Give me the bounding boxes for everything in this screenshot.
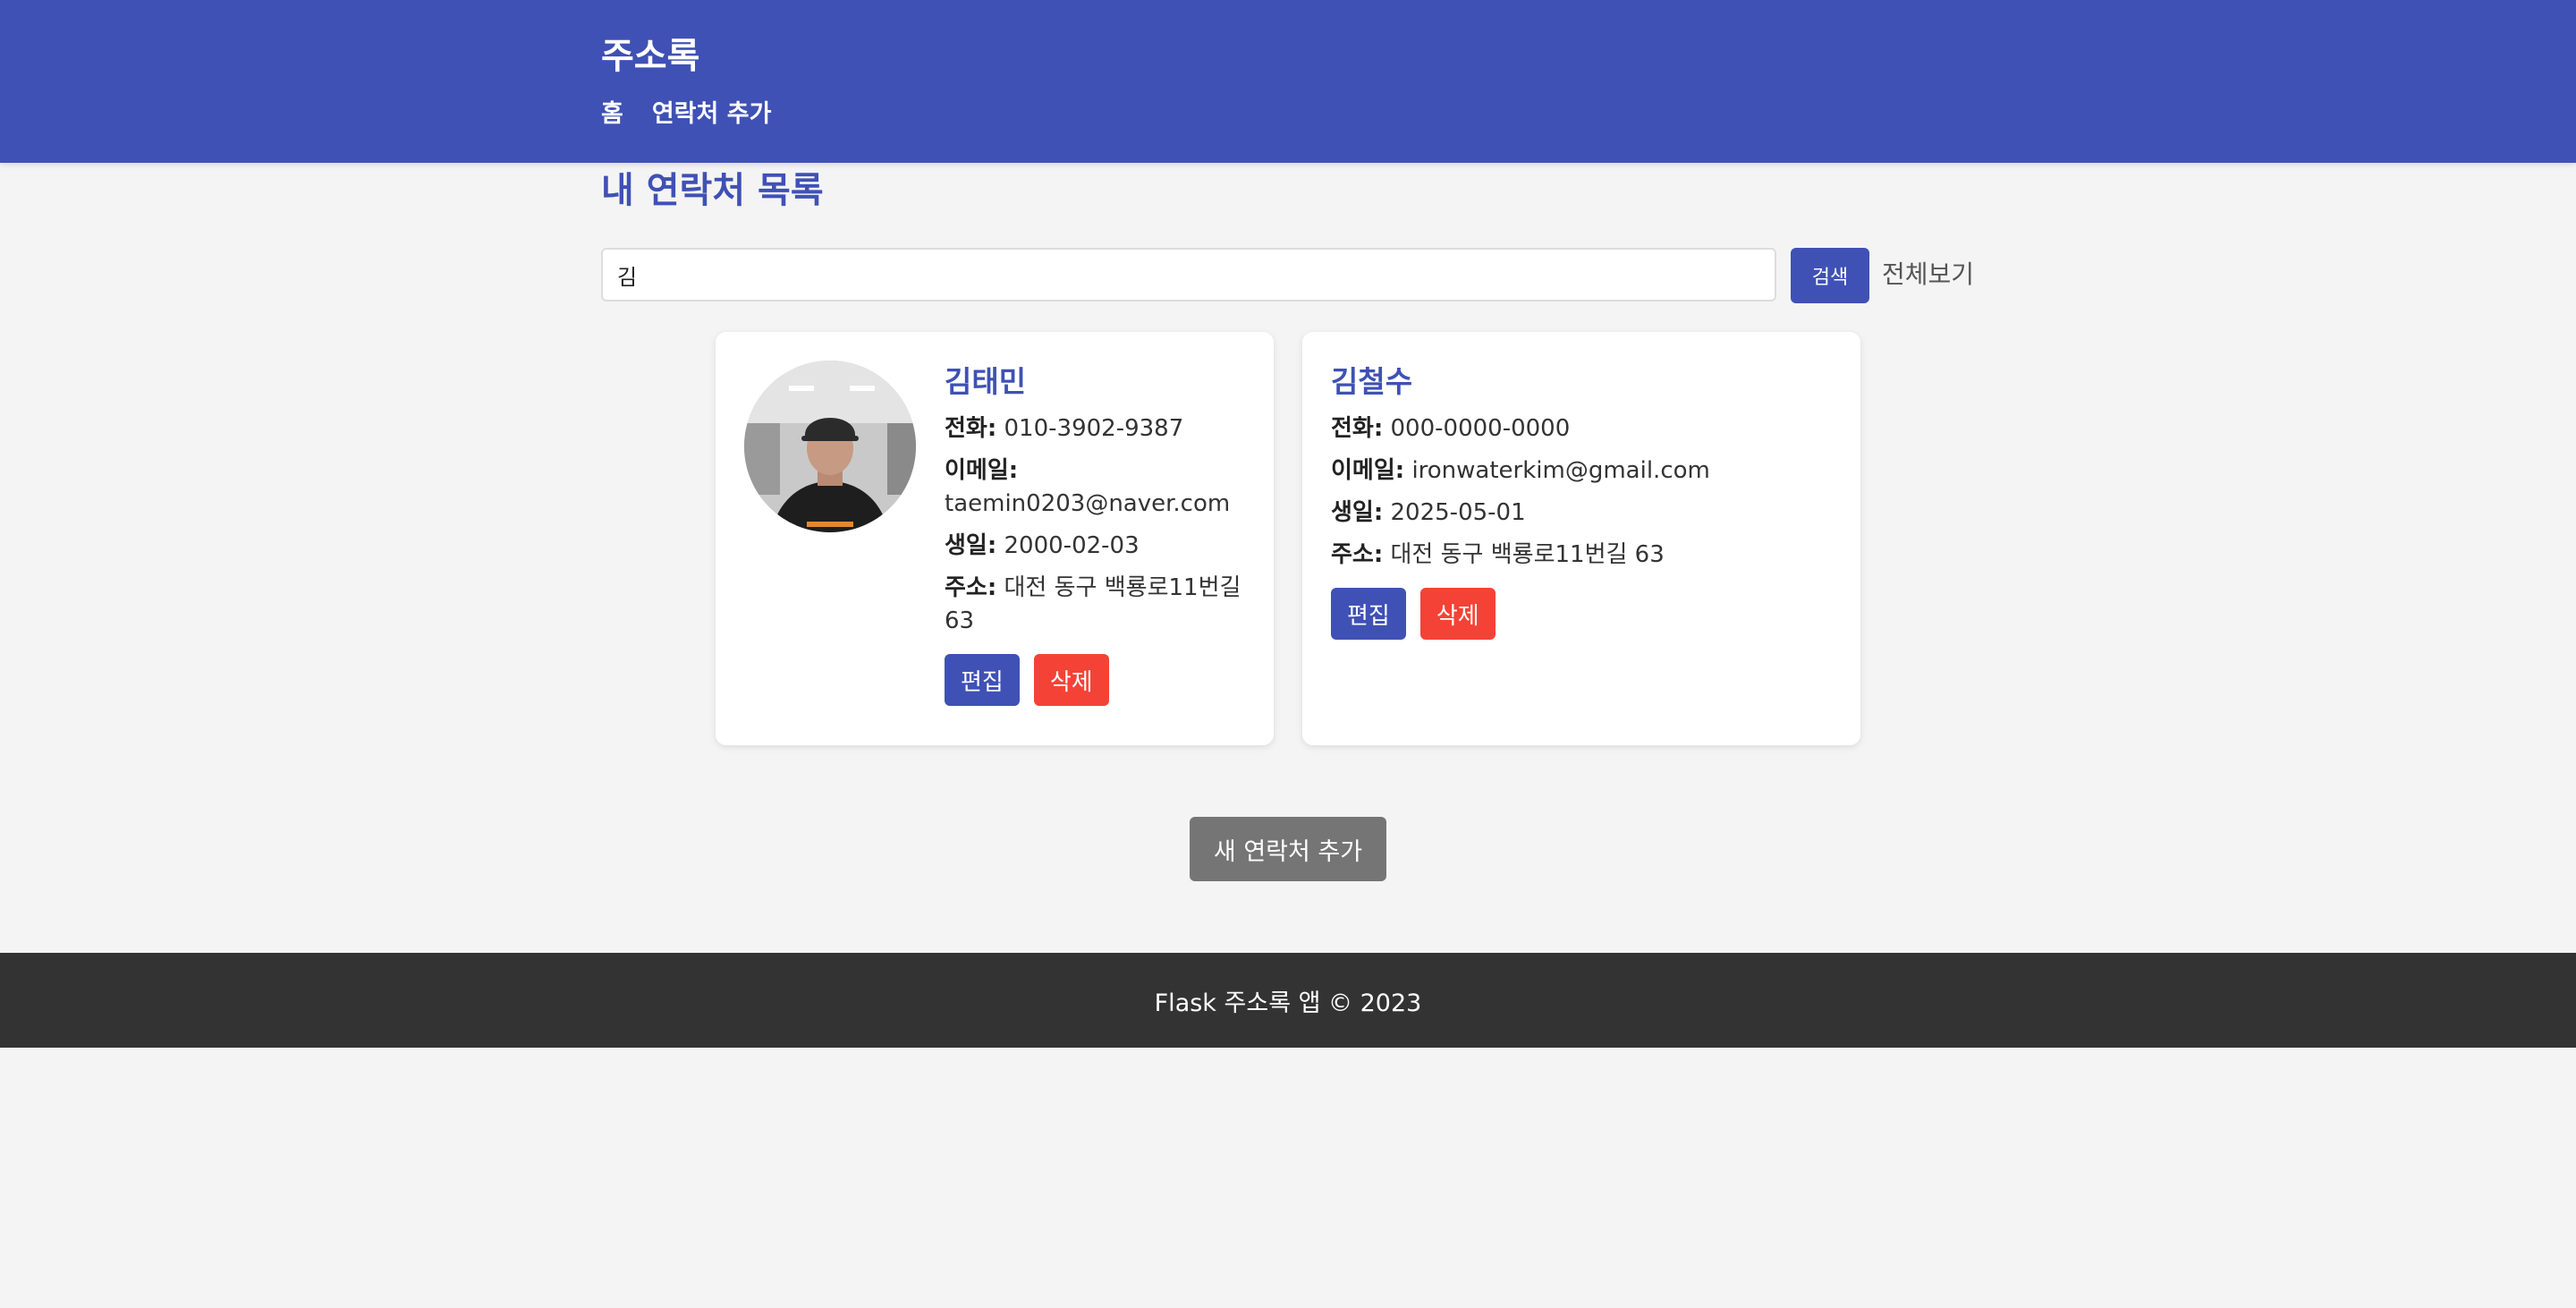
contact-phone: 전화: 000-0000-0000 xyxy=(1331,412,1832,446)
contact-address: 주소: 대전 동구 백룡로11번길 63 xyxy=(945,572,1249,638)
contact-phone: 전화: 010-3902-9387 xyxy=(945,412,1249,446)
contact-email: 이메일: taemin0203@naver.com xyxy=(945,454,1249,521)
contact-actions: 편집 삭제 xyxy=(1331,588,1832,640)
contact-card: 김철수 전화: 000-0000-0000 이메일: ironwaterkim@… xyxy=(1302,332,1860,745)
address-label: 주소: xyxy=(945,574,997,601)
birthday-label: 생일: xyxy=(1331,499,1384,526)
page-title: 내 연락처 목록 xyxy=(601,170,824,211)
phone-value: 010-3902-9387 xyxy=(1004,415,1184,442)
main-nav: 홈 연락처 추가 xyxy=(601,98,771,131)
birthday-value: 2025-05-01 xyxy=(1390,499,1526,526)
contact-actions: 편집 삭제 xyxy=(945,654,1249,706)
email-value: ironwaterkim@gmail.com xyxy=(1411,457,1710,484)
add-contact-button[interactable]: 새 연락처 추가 xyxy=(1190,817,1386,881)
contact-details: 김철수 전화: 000-0000-0000 이메일: ironwaterkim@… xyxy=(1331,362,1832,640)
contact-birthday: 생일: 2000-02-03 xyxy=(945,530,1249,563)
search-button[interactable]: 검색 xyxy=(1791,248,1869,303)
contact-card: 김태민 전화: 010-3902-9387 이메일: taemin0203@na… xyxy=(716,332,1274,745)
contact-photo xyxy=(744,361,916,532)
contact-details: 김태민 전화: 010-3902-9387 이메일: taemin0203@na… xyxy=(945,362,1249,706)
contact-email: 이메일: ironwaterkim@gmail.com xyxy=(1331,454,1832,488)
address-label: 주소: xyxy=(1331,541,1384,568)
edit-button[interactable]: 편집 xyxy=(945,654,1020,706)
app-header: 주소록 홈 연락처 추가 xyxy=(0,0,2576,163)
birthday-value: 2000-02-03 xyxy=(1004,532,1140,559)
app-footer: Flask 주소록 앱 © 2023 xyxy=(0,953,2576,1048)
email-label: 이메일: xyxy=(1331,457,1405,484)
email-value: taemin0203@naver.com xyxy=(945,490,1231,517)
contact-name: 김태민 xyxy=(945,364,1027,399)
app-brand-title: 주소록 xyxy=(601,36,700,77)
footer-text: Flask 주소록 앱 © 2023 xyxy=(1154,989,1422,1017)
contact-name: 김철수 xyxy=(1331,364,1413,399)
edit-button[interactable]: 편집 xyxy=(1331,588,1406,640)
delete-button[interactable]: 삭제 xyxy=(1419,588,1496,640)
address-value: 대전 동구 백룡로11번길 63 xyxy=(1390,541,1665,568)
view-all-link[interactable]: 전체보기 xyxy=(1882,258,1974,292)
search-input[interactable] xyxy=(601,248,1776,302)
delete-button[interactable]: 삭제 xyxy=(1033,654,1109,706)
birthday-label: 생일: xyxy=(945,532,997,559)
avatar-photo-icon xyxy=(744,361,916,532)
phone-label: 전화: xyxy=(1331,415,1384,442)
nav-link-home[interactable]: 홈 xyxy=(601,98,623,131)
phone-label: 전화: xyxy=(945,415,997,442)
nav-link-add-contact[interactable]: 연락처 추가 xyxy=(652,98,772,131)
phone-value: 000-0000-0000 xyxy=(1390,415,1571,442)
email-label: 이메일: xyxy=(945,457,1019,484)
contact-birthday: 생일: 2025-05-01 xyxy=(1331,497,1832,530)
contact-address: 주소: 대전 동구 백룡로11번길 63 xyxy=(1331,539,1832,572)
